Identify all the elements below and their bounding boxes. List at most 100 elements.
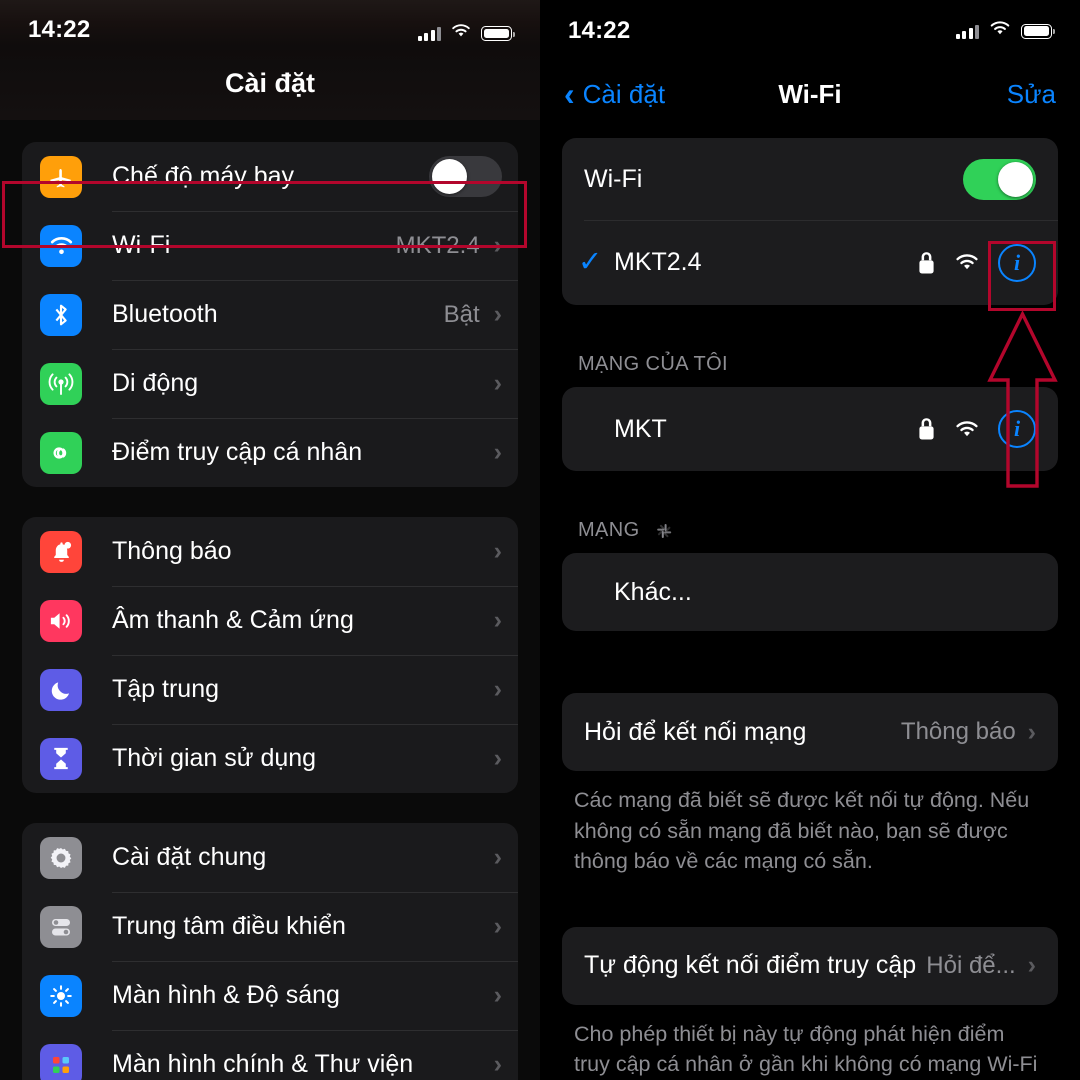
auto-join-hotspot-row[interactable]: Tự động kết nối điểm truy cập Hỏi để... … [562, 927, 1058, 1005]
wifi-status-icon [988, 20, 1012, 42]
wifi-signal-icon [954, 253, 980, 272]
chevron-right-icon: › [1027, 951, 1036, 980]
battery-icon [481, 26, 516, 41]
control-center-icon [40, 905, 82, 948]
sidebar-item-label: Wi-Fi [112, 231, 171, 259]
settings-group-connectivity: Chế độ máy bay Wi-Fi MKT2.4 › Bluetooth [22, 142, 518, 487]
network-meta: i [917, 410, 1036, 448]
sidebar-item-airplane-mode[interactable]: Chế độ máy bay [22, 142, 518, 211]
auto-join-hotspot-label: Tự động kết nối điểm truy cập [584, 951, 917, 980]
wifi-card: Wi-Fi ✓ MKT2.4 i [562, 138, 1058, 305]
sidebar-item-personal-hotspot[interactable]: Điểm truy cập cá nhân › [22, 418, 518, 487]
wifi-icon [40, 224, 82, 267]
chevron-right-icon: › [493, 912, 502, 940]
settings-list[interactable]: Chế độ máy bay Wi-Fi MKT2.4 › Bluetooth [0, 142, 540, 1080]
checkmark-icon: ✓ [578, 246, 603, 278]
sidebar-item-label: Màn hình chính & Thư viện [112, 1050, 414, 1078]
sidebar-item-focus[interactable]: Tập trung › [22, 655, 518, 724]
lock-icon [917, 417, 936, 441]
battery-icon [1021, 23, 1056, 39]
wifi-navbar: ‹ Cài đặt Wi-Fi Sửa [540, 62, 1080, 126]
ask-to-join-label: Hỏi để kết nối mạng [584, 717, 807, 746]
sidebar-item-label: Trung tâm điều khiển [112, 912, 346, 940]
chevron-right-icon: › [493, 438, 502, 466]
connected-network-row[interactable]: ✓ MKT2.4 i [562, 220, 1058, 305]
auto-join-hotspot-footnote: Cho phép thiết bị này tự động phát hiện … [574, 1021, 1038, 1077]
sidebar-item-label: Bluetooth [112, 300, 218, 328]
wifi-panel: 14:22 ‹ Cài đặt Wi-Fi Sửa Wi-Fi ✓ MKT2.4… [540, 0, 1080, 1080]
settings-panel: 14:22 Cài đặt Chế độ máy bay Wi-Fi MKT2.… [0, 0, 540, 1080]
sidebar-item-bluetooth[interactable]: Bluetooth Bật › [22, 280, 518, 349]
cellular-signal-icon [417, 26, 441, 41]
screenshot-root: 14:22 Cài đặt Chế độ máy bay Wi-Fi MKT2.… [0, 0, 1080, 1080]
chevron-right-icon: › [493, 231, 502, 259]
network-row-mkt[interactable]: MKT i [562, 387, 1058, 471]
sidebar-item-sounds-haptics[interactable]: Âm thanh & Cảm ứng › [22, 586, 518, 655]
sidebar-item-label: Thông báo [112, 537, 232, 565]
wifi-toggle[interactable] [963, 158, 1036, 200]
left-status-icons [417, 23, 516, 44]
right-status-icons [955, 20, 1056, 42]
chevron-right-icon: › [493, 843, 502, 871]
wifi-toggle-row[interactable]: Wi-Fi [562, 138, 1058, 220]
brightness-icon [40, 974, 82, 1017]
ask-to-join-footnote: Các mạng đã biết sẽ được kết nối tự động… [574, 788, 1030, 874]
settings-group-alerts: Thông báo › Âm thanh & Cảm ứng › Tập tru… [22, 517, 518, 793]
sidebar-item-display-brightness[interactable]: Màn hình & Độ sáng › [22, 961, 518, 1030]
edit-button[interactable]: Sửa [1007, 79, 1056, 110]
sidebar-item-general[interactable]: Cài đặt chung › [22, 823, 518, 892]
chevron-right-icon: › [493, 675, 502, 703]
chevron-right-icon: › [493, 981, 502, 1009]
chevron-right-icon: › [493, 300, 502, 328]
ask-to-join-row[interactable]: Hỏi để kết nối mạng Thông báo › [562, 693, 1058, 771]
chevron-right-icon: › [493, 606, 502, 634]
left-status-time: 14:22 [28, 16, 91, 43]
sidebar-item-label: Màn hình & Độ sáng [112, 981, 340, 1009]
ask-to-join-card: Hỏi để kết nối mạng Thông báo › [562, 693, 1058, 771]
sidebar-item-home-screen-app-library[interactable]: Màn hình chính & Thư viện › [22, 1030, 518, 1080]
sidebar-item-notifications[interactable]: Thông báo › [22, 517, 518, 586]
connected-network-ssid: MKT2.4 [614, 248, 702, 276]
sidebar-item-label: Tập trung [112, 675, 220, 703]
sidebar-item-label: Âm thanh & Cảm ứng [112, 606, 354, 634]
loading-spinner-icon [652, 520, 674, 542]
other-network-row[interactable]: Khác... [562, 553, 1058, 631]
hourglass-icon [40, 737, 82, 780]
my-networks-header: MẠNG CỦA TÔI [540, 353, 1080, 387]
my-networks-card: MKT i [562, 387, 1058, 471]
networks-header: MẠNG [540, 519, 1080, 553]
wifi-status-icon [450, 23, 472, 44]
wifi-toggle-label: Wi-Fi [584, 164, 643, 193]
auto-join-hotspot-value: Hỏi để... [926, 951, 1016, 979]
sidebar-item-cellular[interactable]: Di động › [22, 349, 518, 418]
hotspot-link-icon [40, 431, 82, 474]
other-network-label: Khác... [614, 577, 692, 606]
back-button-label: Cài đặt [582, 78, 666, 109]
ask-to-join-value: Thông báo [900, 718, 1016, 745]
chevron-right-icon: › [493, 744, 502, 772]
sidebar-item-label: Di động [112, 369, 199, 397]
airplane-icon [40, 155, 82, 198]
sidebar-item-control-center[interactable]: Trung tâm điều khiển › [22, 892, 518, 961]
bell-icon [40, 530, 82, 573]
back-button[interactable]: ‹ Cài đặt [564, 75, 666, 112]
auto-join-hotspot-card: Tự động kết nối điểm truy cập Hỏi để... … [562, 926, 1058, 1005]
network-info-button[interactable]: i [998, 410, 1036, 448]
sidebar-item-wifi[interactable]: Wi-Fi MKT2.4 › [22, 211, 518, 280]
airplane-mode-toggle[interactable] [429, 156, 502, 197]
bluetooth-icon [40, 293, 82, 336]
right-status-time: 14:22 [568, 17, 631, 44]
app-library-icon [40, 1043, 82, 1080]
my-networks-header-label: MẠNG CỦA TÔI [578, 353, 729, 375]
network-info-button[interactable]: i [998, 243, 1036, 282]
sidebar-item-label: Chế độ máy bay [112, 162, 295, 190]
moon-icon [40, 668, 82, 711]
network-meta: i [917, 243, 1036, 282]
sidebar-item-label: Điểm truy cập cá nhân [112, 438, 363, 466]
gear-icon [40, 836, 82, 879]
settings-page-title: Cài đặt [0, 46, 540, 120]
lock-icon [917, 251, 936, 275]
sidebar-item-screen-time[interactable]: Thời gian sử dụng › [22, 724, 518, 793]
sidebar-item-label: Thời gian sử dụng [112, 744, 317, 772]
chevron-left-icon: ‹ [564, 75, 575, 112]
